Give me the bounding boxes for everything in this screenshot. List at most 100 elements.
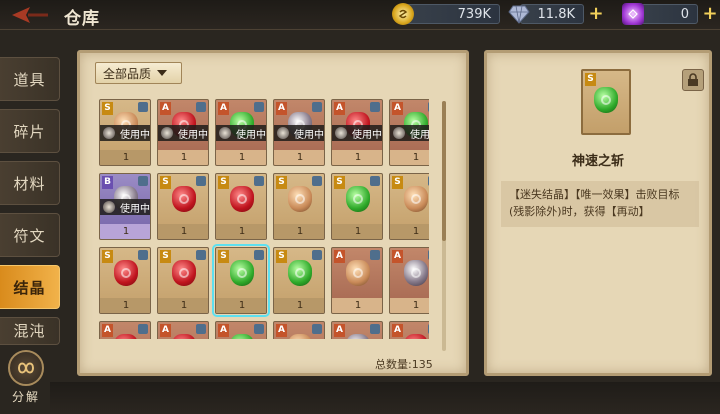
hero-avatar-icon (161, 127, 173, 139)
crystal-card[interactable]: A 使用中 1 (389, 99, 429, 166)
lock-icon (138, 324, 148, 334)
grade-badge: S (218, 176, 229, 189)
red-crystal-icon (114, 334, 138, 339)
quantity-label: 1 (274, 150, 324, 165)
crystal-card[interactable]: S1 (99, 247, 151, 314)
tan-crystal-icon (288, 334, 312, 339)
grade-badge: S (276, 176, 287, 189)
in-use-label: 使用中 (352, 129, 382, 141)
lock-icon (138, 176, 148, 186)
hero-avatar-icon (393, 127, 405, 139)
crystal-card[interactable]: A 使用中 1 (215, 99, 267, 166)
green-crystal-icon (230, 260, 254, 286)
hero-avatar-icon (335, 127, 347, 139)
lock-icon (254, 102, 264, 112)
hero-avatar-icon (277, 127, 289, 139)
crystal-card[interactable]: A1 (389, 247, 429, 314)
crystal-card[interactable]: S1 (389, 173, 429, 240)
crystal-card[interactable]: B 使用中 1 (99, 173, 151, 240)
crystal-grid: S使用中1A使用中1A使用中1A使用中1A使用中1A使用中1B使用中1S1S1S… (99, 99, 429, 339)
lock-button[interactable] (682, 69, 704, 91)
crystal-card[interactable]: S1 (157, 247, 209, 314)
crystal-card[interactable]: A (389, 321, 429, 339)
in-use-label: 使用中 (178, 129, 208, 141)
item-detail-panel: S 神速之斩 【迷失结晶】【唯一效果】击败目标(残影除外)时，获得【再动】 (484, 50, 712, 376)
tab-materials[interactable]: 材料 (0, 161, 60, 205)
scrollbar-thumb[interactable] (442, 101, 446, 241)
crystal-card[interactable]: S 使用中 1 (99, 99, 151, 166)
crystal-card[interactable]: A (215, 321, 267, 339)
lock-icon (312, 176, 322, 186)
quality-filter-dropdown[interactable]: 全部品质 (95, 62, 182, 84)
inventory-panel: 全部品质 S使用中1A使用中1A使用中1A使用中1A使用中1A使用中1B使用中1… (77, 50, 469, 376)
hero-avatar-icon (103, 201, 115, 213)
detail-item-card: S (581, 69, 631, 135)
lock-icon (312, 324, 322, 334)
add-gem-button[interactable]: + (702, 5, 718, 23)
quantity-label: 1 (274, 298, 324, 313)
lock-icon (370, 176, 380, 186)
tan-crystal-icon (288, 186, 312, 212)
gold-amount: 739K (404, 4, 500, 24)
in-use-badge: 使用中 (100, 125, 150, 141)
crystal-card[interactable]: S1 (212, 244, 270, 317)
crystal-card[interactable]: A1 (331, 247, 383, 314)
page-title: 仓库 (64, 9, 100, 29)
back-arrow-icon (12, 7, 48, 23)
quantity-label: 1 (332, 224, 382, 239)
quantity-label: 1 (216, 298, 266, 313)
crystal-card[interactable]: S1 (157, 173, 209, 240)
quantity-label: 1 (274, 224, 324, 239)
green-crystal-icon (288, 260, 312, 286)
quantity-label: 1 (216, 150, 266, 165)
red-crystal-icon (230, 186, 254, 212)
crystal-card[interactable]: A (331, 321, 383, 339)
crystal-card[interactable]: S1 (331, 173, 383, 240)
lock-icon (196, 176, 206, 186)
crystal-card[interactable]: S1 (273, 247, 325, 314)
dark-crystal-icon (346, 334, 370, 339)
in-use-badge: 使用中 (100, 199, 150, 215)
crystal-card[interactable]: A 使用中 1 (273, 99, 325, 166)
crystal-card[interactable]: A 使用中 1 (157, 99, 209, 166)
crystal-card[interactable]: S1 (273, 173, 325, 240)
crystal-card[interactable]: A (157, 321, 209, 339)
grade-badge: S (102, 102, 113, 115)
gold-coin-icon (392, 3, 414, 25)
chevron-down-icon (157, 70, 168, 76)
tab-runes[interactable]: 符文 (0, 213, 60, 257)
item-name: 神速之斩 (571, 154, 624, 169)
in-use-label: 使用中 (294, 129, 324, 141)
quality-filter-label: 全部品质 (103, 66, 152, 81)
grade-badge: A (334, 102, 345, 115)
diamond-icon (508, 3, 530, 25)
scrollbar[interactable] (442, 101, 446, 351)
grade-badge: A (276, 324, 287, 337)
lock-icon (428, 324, 429, 334)
back-button[interactable] (4, 2, 56, 28)
grade-badge: S (160, 250, 171, 263)
dark-crystal-icon (404, 260, 428, 286)
tab-chaos[interactable]: 混沌 (0, 317, 60, 345)
tab-crystals[interactable]: 结晶 (0, 265, 60, 309)
lock-icon (428, 102, 429, 112)
grade-badge: A (392, 324, 403, 337)
crystal-card[interactable]: A 使用中 1 (331, 99, 383, 166)
tab-items[interactable]: 道具 (0, 57, 60, 101)
quantity-label: 1 (100, 224, 150, 239)
add-diamond-button[interactable]: + (588, 5, 604, 23)
category-sidebar: 道具 碎片 材料 符文 结晶 混沌 (0, 42, 62, 345)
crystal-card[interactable]: A (273, 321, 325, 339)
crystal-card[interactable]: S1 (215, 173, 267, 240)
grade-badge: A (102, 324, 113, 337)
tab-fragments[interactable]: 碎片 (0, 109, 60, 153)
crystal-card[interactable]: A (99, 321, 151, 339)
quantity-label: 1 (390, 298, 429, 313)
tan-crystal-icon (346, 260, 370, 286)
total-count: 总数量:135 (375, 358, 433, 371)
grade-badge: A (160, 102, 171, 115)
grade-badge: S (160, 176, 171, 189)
in-use-badge: 使用中 (216, 125, 266, 141)
decompose-button[interactable]: 分解 (4, 350, 48, 410)
grade-badge: A (160, 324, 171, 337)
